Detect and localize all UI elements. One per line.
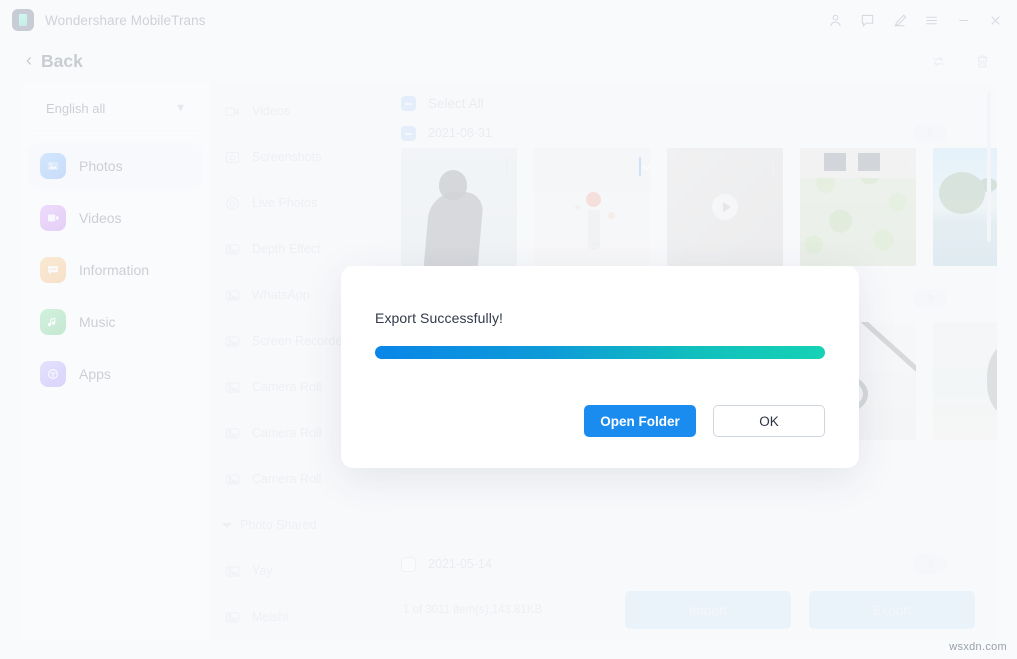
- dialog-actions: Open Folder OK: [584, 405, 825, 437]
- open-folder-button[interactable]: Open Folder: [584, 405, 696, 437]
- watermark: wsxdn.com: [949, 641, 1007, 653]
- dialog-title: Export Successfully!: [375, 266, 825, 326]
- export-success-dialog: Export Successfully! Open Folder OK: [341, 266, 859, 468]
- progress-bar: [375, 346, 825, 359]
- ok-button[interactable]: OK: [713, 405, 825, 437]
